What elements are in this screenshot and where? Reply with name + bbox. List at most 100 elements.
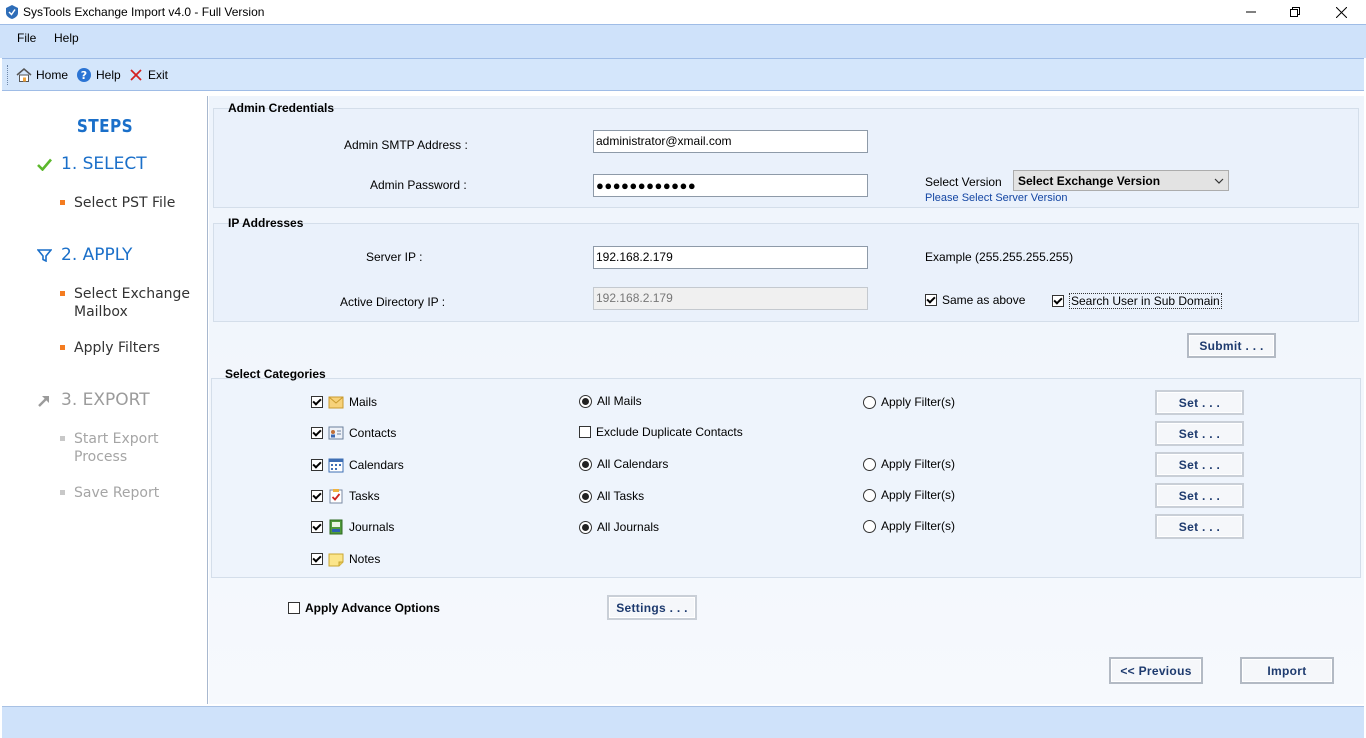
all-calendars-radio[interactable] <box>579 457 592 471</box>
ip-example: Example (255.255.255.255) <box>925 250 1074 264</box>
same-as-above-checkbox[interactable] <box>925 294 937 306</box>
journals-label: Journals <box>349 520 395 534</box>
all-tasks-option[interactable]: All Tasks <box>579 489 644 503</box>
all-journals-option[interactable]: All Journals <box>579 520 659 534</box>
note-icon <box>328 553 344 567</box>
steps-title: STEPS <box>76 116 134 137</box>
calendars-checkbox[interactable] <box>311 459 323 471</box>
journals-set-button[interactable]: Set . . . <box>1155 514 1244 539</box>
step-sub-label: Select Exchange Mailbox <box>74 286 191 320</box>
search-sub-domain-checkbox[interactable] <box>1052 295 1064 307</box>
mails-filter-label: Apply Filter(s) <box>881 395 956 409</box>
steps-panel: STEPS 1. SELECT Select PST File 2. APPLY… <box>2 96 208 704</box>
version-select[interactable]: Select Exchange Version <box>1013 170 1229 191</box>
contacts-checkbox[interactable] <box>311 427 323 439</box>
step-apply-label: 2. APPLY <box>61 245 133 265</box>
all-mails-option[interactable]: All Mails <box>579 394 642 408</box>
step-export: 3. EXPORT <box>37 390 150 410</box>
tasks-filter-radio[interactable] <box>863 488 876 502</box>
minimize-icon <box>1246 11 1256 13</box>
journals-filter-label: Apply Filter(s) <box>881 519 956 533</box>
smtp-input[interactable]: administrator@xmail.com <box>593 130 868 153</box>
menu-bar: File Help <box>0 24 1366 58</box>
step-select-pst: Select PST File <box>60 194 175 212</box>
home-button[interactable]: Home <box>16 67 68 83</box>
advance-options[interactable]: Apply Advance Options <box>288 601 440 615</box>
tasks-icon <box>329 489 343 504</box>
mails-set-button[interactable]: Set . . . <box>1155 390 1244 415</box>
tasks-set-button[interactable]: Set . . . <box>1155 483 1244 508</box>
help-button[interactable]: ? Help <box>76 67 121 83</box>
filter-icon <box>37 248 52 262</box>
exclude-duplicate-checkbox[interactable] <box>579 426 591 438</box>
mails-checkbox[interactable] <box>311 396 323 408</box>
settings-button[interactable]: Settings . . . <box>607 595 697 620</box>
menu-help[interactable]: Help <box>52 30 81 46</box>
password-label: Admin Password : <box>370 178 467 192</box>
advance-options-checkbox[interactable] <box>288 602 300 614</box>
category-contacts[interactable]: Contacts <box>311 425 396 441</box>
password-input[interactable]: ●●●●●●●●●●●● <box>593 174 868 197</box>
tasks-label: Tasks <box>349 489 380 503</box>
help-icon: ? <box>77 68 91 82</box>
server-ip-input[interactable]: 192.168.2.179 <box>593 246 868 269</box>
submit-button[interactable]: Submit . . . <box>1187 333 1276 358</box>
exclude-duplicate-option[interactable]: Exclude Duplicate Contacts <box>579 425 743 439</box>
same-as-above-option[interactable]: Same as above <box>925 293 1025 307</box>
previous-button[interactable]: << Previous <box>1109 657 1203 684</box>
journals-filter-option[interactable]: Apply Filter(s) <box>863 519 955 533</box>
smtp-label: Admin SMTP Address : <box>344 138 468 152</box>
calendars-set-button[interactable]: Set . . . <box>1155 452 1244 477</box>
server-ip-label: Server IP : <box>366 250 423 264</box>
all-calendars-option[interactable]: All Calendars <box>579 457 668 471</box>
category-notes[interactable]: Notes <box>311 551 380 567</box>
exit-icon <box>130 69 142 81</box>
help-label: Help <box>96 68 121 82</box>
mails-filter-option[interactable]: Apply Filter(s) <box>863 395 955 409</box>
exit-button[interactable]: Exit <box>128 67 168 83</box>
menu-file[interactable]: File <box>15 30 38 46</box>
mails-label: Mails <box>349 395 378 409</box>
step-sub-label: Select PST File <box>74 195 176 211</box>
svg-text:?: ? <box>81 69 87 82</box>
step-select: 1. SELECT <box>37 154 147 174</box>
category-tasks[interactable]: Tasks <box>311 488 380 504</box>
toolbar: Home ? Help Exit <box>2 58 1364 91</box>
journals-filter-radio[interactable] <box>863 519 876 533</box>
version-label: Select Version <box>925 175 1002 189</box>
close-button[interactable] <box>1318 0 1364 24</box>
category-journals[interactable]: Journals <box>311 519 394 535</box>
import-button[interactable]: Import <box>1240 657 1334 684</box>
journals-checkbox[interactable] <box>311 521 323 533</box>
step-sub-label: Save Report <box>74 485 160 501</box>
tasks-filter-option[interactable]: Apply Filter(s) <box>863 488 955 502</box>
search-sub-domain-option[interactable]: Search User in Sub Domain <box>1052 293 1222 309</box>
all-journals-radio[interactable] <box>579 520 592 534</box>
all-mails-radio[interactable] <box>579 394 592 408</box>
main-panel: Admin Credentials Admin SMTP Address : a… <box>209 96 1364 704</box>
bullet-icon <box>60 291 65 296</box>
tasks-checkbox[interactable] <box>311 490 323 502</box>
category-calendars[interactable]: Calendars <box>311 457 404 473</box>
notes-checkbox[interactable] <box>311 553 323 565</box>
restore-button[interactable] <box>1272 0 1318 24</box>
minimize-button[interactable] <box>1228 0 1274 24</box>
all-journals-label: All Journals <box>597 520 660 534</box>
category-mails[interactable]: Mails <box>311 394 377 410</box>
calendars-filter-radio[interactable] <box>863 457 876 471</box>
bullet-icon <box>60 436 65 441</box>
tasks-filter-label: Apply Filter(s) <box>881 488 956 502</box>
title-bar: SysTools Exchange Import v4.0 - Full Ver… <box>0 0 1366 24</box>
step-select-mailbox: Select Exchange Mailbox <box>60 285 200 321</box>
all-tasks-label: All Tasks <box>597 489 645 503</box>
calendar-icon <box>328 458 344 473</box>
step-export-label: 3. EXPORT <box>61 390 150 410</box>
all-tasks-radio[interactable] <box>579 489 592 503</box>
mails-filter-radio[interactable] <box>863 395 876 409</box>
advance-options-label: Apply Advance Options <box>305 601 440 615</box>
home-icon <box>16 68 32 82</box>
mail-icon <box>328 396 344 409</box>
contacts-set-button[interactable]: Set . . . <box>1155 421 1244 446</box>
toolbar-grip <box>7 65 10 85</box>
calendars-filter-option[interactable]: Apply Filter(s) <box>863 457 955 471</box>
